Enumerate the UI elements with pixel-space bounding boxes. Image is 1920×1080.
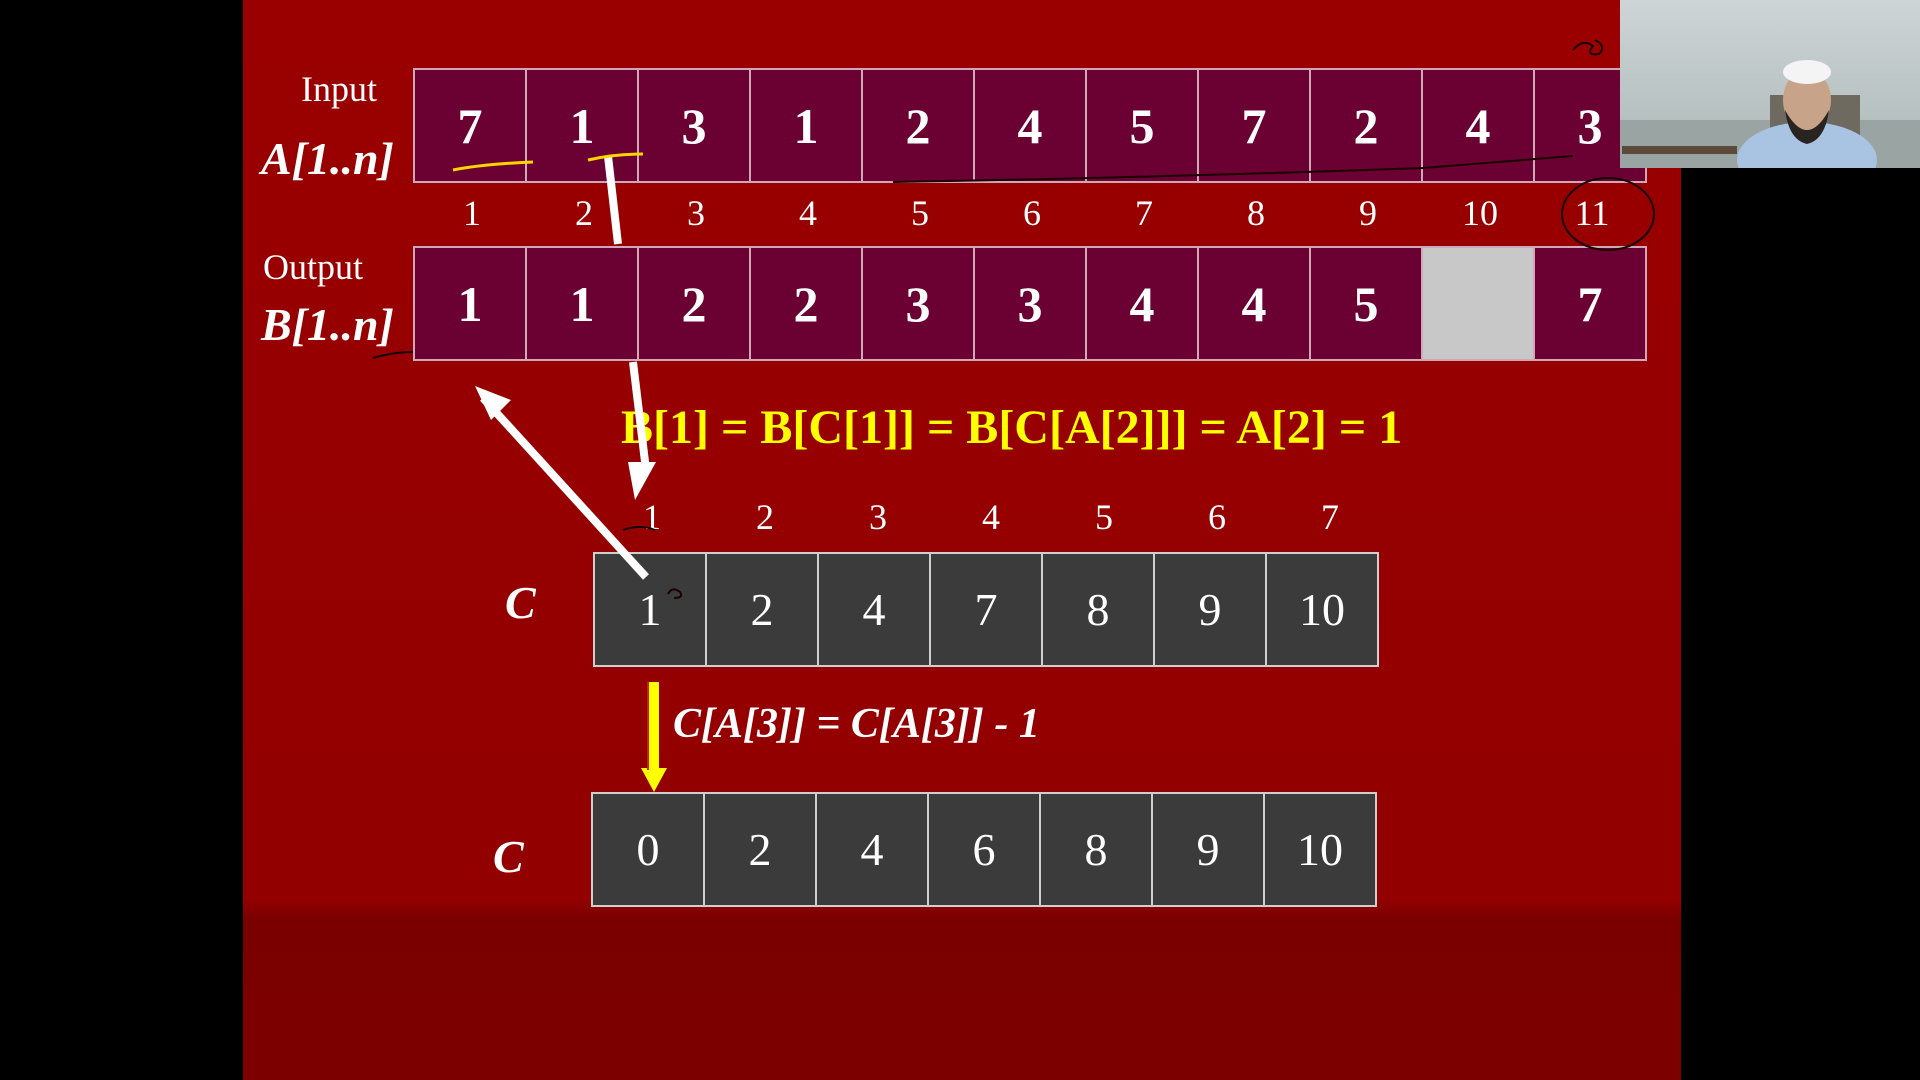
webcam-video	[1620, 0, 1920, 168]
yellow-underline	[587, 152, 644, 162]
arrowhead	[475, 386, 511, 420]
arrow-to-c-index	[629, 361, 650, 471]
arrow-input-to-c	[604, 155, 622, 245]
arrow-c-to-output	[480, 395, 649, 580]
yellow-arrow-shaft	[648, 682, 659, 770]
arrowhead	[628, 462, 656, 500]
pen-scribble	[1572, 39, 1604, 56]
pen-line	[892, 155, 1574, 183]
presenter-icon	[1620, 60, 1920, 168]
yellow-underline	[452, 160, 534, 172]
yellow-arrowhead	[641, 768, 667, 792]
annotation-overlay	[372, 39, 1655, 792]
pen-circle	[1561, 177, 1655, 251]
slide: Input A[1..n] 7 1 3 1 2 4 5 7 2 4 3 1 2 …	[243, 0, 1681, 1080]
